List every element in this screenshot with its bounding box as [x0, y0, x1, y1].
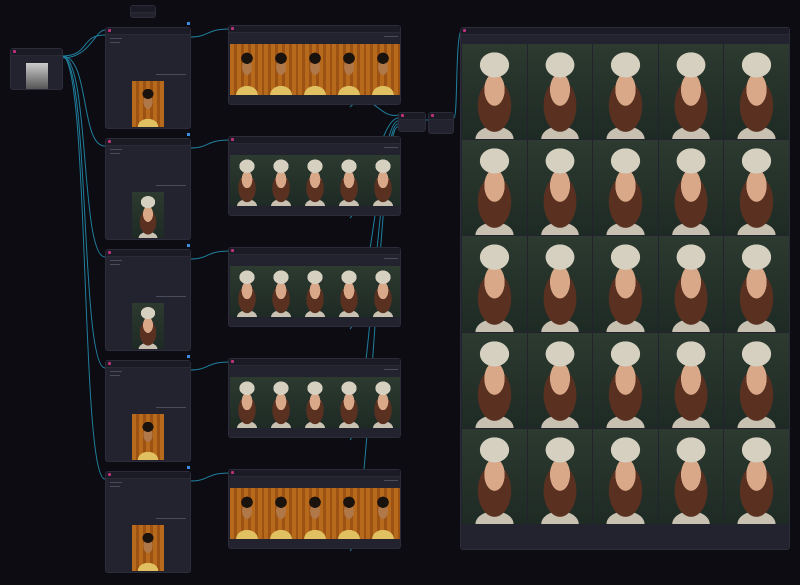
process-preview-image: [132, 192, 164, 238]
process-node[interactable]: [105, 138, 191, 240]
status-badge: [187, 355, 190, 358]
output-image-grid: [462, 44, 789, 524]
process-preview-image: [132, 525, 164, 571]
preview-node[interactable]: [228, 25, 401, 105]
output-image[interactable]: [724, 236, 789, 332]
output-image[interactable]: [658, 140, 724, 236]
preview-frame: [230, 155, 264, 206]
output-image[interactable]: [527, 44, 593, 140]
preview-node[interactable]: [228, 469, 401, 549]
status-badge: [187, 22, 190, 25]
output-image[interactable]: [593, 44, 658, 140]
wire: [61, 34, 106, 57]
preview-frame: [298, 155, 332, 206]
output-image[interactable]: [462, 428, 527, 524]
output-image[interactable]: [724, 428, 789, 524]
image-grid-node[interactable]: [428, 112, 454, 134]
preview-frame: [264, 488, 298, 539]
output-image[interactable]: [462, 44, 527, 140]
load-image-node[interactable]: [10, 48, 63, 90]
preview-frame: [366, 44, 400, 95]
process-node[interactable]: [105, 27, 191, 129]
output-preview-node[interactable]: [460, 27, 790, 550]
process-preview-image: [132, 303, 164, 349]
preview-frame: [298, 266, 332, 317]
preview-frame: [332, 266, 366, 317]
output-image[interactable]: [724, 332, 789, 428]
output-image[interactable]: [658, 428, 724, 524]
preview-frame: [230, 44, 264, 95]
output-image[interactable]: [593, 140, 658, 236]
preview-frame: [366, 155, 400, 206]
wire: [189, 139, 231, 149]
preview-frame: [366, 377, 400, 428]
preview-frame: [298, 377, 332, 428]
output-image[interactable]: [658, 236, 724, 332]
wire: [61, 55, 106, 258]
output-image[interactable]: [527, 140, 593, 236]
settings-node[interactable]: [130, 5, 156, 18]
output-image[interactable]: [527, 236, 593, 332]
status-badge: [187, 244, 190, 247]
wire: [61, 55, 106, 480]
preview-frame: [332, 377, 366, 428]
preview-frame: [230, 377, 264, 428]
wire: [61, 29, 106, 59]
preview-node[interactable]: [228, 358, 401, 438]
preview-frame: [298, 44, 332, 95]
output-image[interactable]: [527, 332, 593, 428]
output-image[interactable]: [593, 332, 658, 428]
preview-frame: [264, 377, 298, 428]
wire: [61, 55, 106, 369]
wire: [61, 55, 106, 147]
preview-frame: [264, 44, 298, 95]
preview-frame: [332, 155, 366, 206]
output-image[interactable]: [462, 332, 527, 428]
preview-frame: [332, 488, 366, 539]
preview-frame: [230, 488, 264, 539]
output-image[interactable]: [593, 428, 658, 524]
process-preview-image: [132, 414, 164, 460]
preview-frame: [298, 488, 332, 539]
preview-node[interactable]: [228, 247, 401, 327]
output-image[interactable]: [462, 236, 527, 332]
preview-frame: [332, 44, 366, 95]
load-image-preview: [26, 63, 48, 89]
status-badge: [187, 133, 190, 136]
preview-frame: [366, 266, 400, 317]
preview-frame: [366, 488, 400, 539]
wire: [189, 250, 231, 260]
output-image[interactable]: [658, 332, 724, 428]
preview-frame: [264, 266, 298, 317]
output-image[interactable]: [593, 236, 658, 332]
process-node[interactable]: [105, 471, 191, 573]
output-image[interactable]: [724, 140, 789, 236]
process-node[interactable]: [105, 360, 191, 462]
preview-node[interactable]: [228, 136, 401, 216]
wire: [189, 472, 231, 482]
process-preview-image: [132, 81, 164, 127]
preview-frame: [230, 266, 264, 317]
status-badge: [187, 466, 190, 469]
process-node[interactable]: [105, 249, 191, 351]
output-image[interactable]: [462, 140, 527, 236]
preview-frame: [264, 155, 298, 206]
output-image[interactable]: [658, 44, 724, 140]
wire: [189, 28, 231, 38]
output-image[interactable]: [724, 44, 789, 140]
output-image[interactable]: [527, 428, 593, 524]
wire: [189, 361, 231, 371]
batch-node[interactable]: [398, 112, 426, 132]
